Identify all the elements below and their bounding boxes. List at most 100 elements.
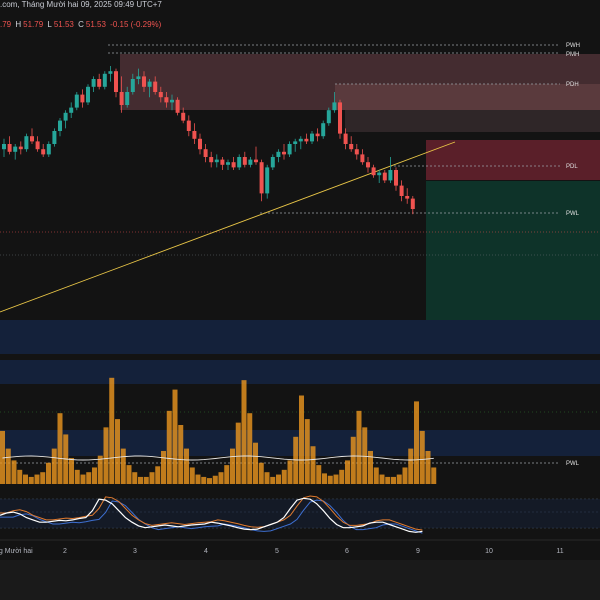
volume-bar bbox=[391, 476, 396, 484]
candle-body bbox=[354, 149, 359, 155]
volume-bar bbox=[34, 474, 40, 484]
volume-bar bbox=[218, 472, 224, 484]
pdh-zone-upper bbox=[335, 84, 600, 110]
candle-body bbox=[153, 81, 158, 92]
candle-body bbox=[293, 141, 298, 144]
candle-body bbox=[237, 157, 242, 168]
volume-bar bbox=[356, 410, 362, 484]
volume-bar bbox=[103, 427, 109, 484]
volume-bar bbox=[322, 473, 327, 484]
volume-bar bbox=[155, 466, 161, 484]
candle-body bbox=[382, 172, 387, 181]
volume-bar bbox=[247, 413, 253, 484]
candle-body bbox=[13, 146, 18, 152]
volume-bar bbox=[304, 419, 310, 484]
volume-bar bbox=[161, 450, 166, 484]
candle-body bbox=[108, 71, 113, 74]
candle-body bbox=[388, 170, 393, 181]
volume-bar bbox=[253, 442, 258, 484]
volume-bar bbox=[109, 377, 115, 484]
short-target-zone[interactable] bbox=[426, 181, 600, 320]
volume-bar bbox=[57, 413, 63, 484]
candle-body bbox=[338, 102, 342, 134]
candle-body bbox=[164, 97, 169, 103]
volume-bar bbox=[92, 467, 97, 484]
volume-bar bbox=[362, 427, 368, 484]
volume-bar bbox=[241, 380, 247, 484]
candle-body bbox=[276, 151, 281, 157]
volume-bar bbox=[264, 472, 270, 484]
volume-bar bbox=[373, 467, 379, 484]
volume-bar bbox=[74, 469, 80, 484]
volume-bar bbox=[316, 465, 322, 484]
candle-body bbox=[360, 154, 365, 163]
candle-body bbox=[287, 144, 292, 155]
volume-bar bbox=[396, 474, 402, 484]
candle-body bbox=[125, 92, 130, 105]
candle-body bbox=[198, 138, 202, 150]
volume-bar bbox=[149, 472, 155, 484]
candle-body bbox=[399, 185, 404, 196]
candle-body bbox=[282, 151, 286, 155]
candle-body bbox=[226, 162, 230, 165]
candle-body bbox=[46, 144, 51, 155]
candle-body bbox=[35, 141, 40, 150]
candle-body bbox=[394, 170, 398, 186]
pwl-label: PWL bbox=[566, 211, 580, 217]
candle-body bbox=[366, 162, 370, 168]
candle-body bbox=[321, 123, 326, 137]
chart-canvas[interactable]: PWH PMH PDH PDL PWL PWL ng Mười hai 2 3 4 5 6… bbox=[0, 0, 600, 600]
time-axis[interactable]: ng Mười hai 2 3 4 5 6 9 10 11 bbox=[0, 548, 564, 555]
candle-body bbox=[24, 136, 29, 150]
trendline[interactable] bbox=[0, 141, 456, 313]
volume-bar bbox=[126, 465, 132, 484]
candle-body bbox=[114, 71, 118, 92]
volume-bar bbox=[178, 425, 184, 484]
volume-bar bbox=[385, 476, 391, 484]
candle-body bbox=[209, 157, 214, 163]
volume-bar bbox=[408, 448, 414, 484]
candle-body bbox=[298, 138, 303, 142]
volume-bar bbox=[115, 419, 120, 484]
volume-bar bbox=[293, 436, 299, 484]
volume-bar bbox=[212, 475, 218, 484]
candle-body bbox=[192, 131, 197, 139]
volume-bar bbox=[184, 448, 189, 484]
time-axis-label: 6 bbox=[345, 548, 349, 555]
volume-bar bbox=[230, 448, 235, 484]
candle-body bbox=[326, 110, 331, 124]
candle-body bbox=[136, 76, 141, 79]
volume-bar bbox=[339, 469, 345, 484]
time-axis-label: 2 bbox=[63, 548, 67, 555]
candle-body bbox=[175, 99, 180, 113]
volume-bar bbox=[11, 460, 17, 484]
candle-body bbox=[74, 94, 79, 108]
pdl-label: PDL bbox=[566, 164, 578, 170]
volume-bar bbox=[281, 469, 287, 484]
candle-body bbox=[248, 159, 253, 165]
candle-body bbox=[91, 79, 96, 87]
candle-body bbox=[170, 99, 174, 103]
candle-body bbox=[52, 131, 57, 144]
candle-body bbox=[270, 157, 275, 168]
candle-body bbox=[147, 81, 152, 87]
volume-bar bbox=[172, 389, 178, 484]
volume-bar bbox=[425, 450, 431, 484]
volume-bar bbox=[69, 458, 74, 484]
candle-body bbox=[30, 136, 34, 142]
candle-body bbox=[119, 92, 124, 105]
volume-bar bbox=[86, 472, 92, 484]
candle-body bbox=[410, 198, 415, 209]
candle-body bbox=[181, 112, 186, 121]
candle-body bbox=[349, 144, 354, 150]
volume-bar bbox=[23, 474, 28, 484]
volume-bar bbox=[431, 467, 437, 484]
time-axis-label: 5 bbox=[275, 548, 279, 555]
volume-bar bbox=[224, 465, 230, 484]
volume-bar bbox=[46, 462, 51, 484]
short-stop-zone[interactable] bbox=[426, 140, 600, 180]
blue-band-1 bbox=[0, 320, 600, 354]
volume-bar bbox=[350, 436, 356, 484]
volume-bar bbox=[201, 476, 207, 484]
volume-bar bbox=[189, 467, 195, 484]
